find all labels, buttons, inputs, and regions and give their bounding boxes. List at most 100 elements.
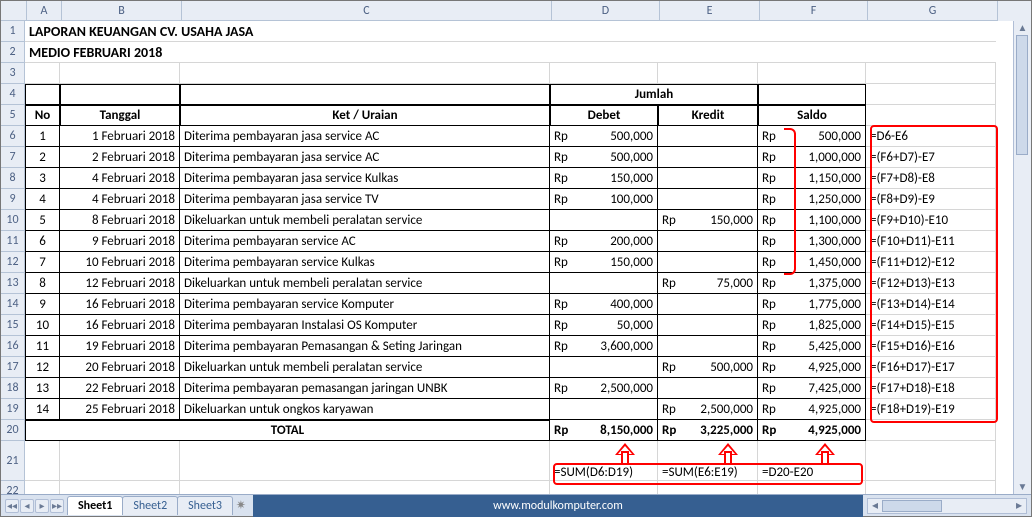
vertical-scrollbar[interactable]: ▲ ▼ bbox=[1013, 21, 1031, 494]
cell-debet[interactable] bbox=[550, 273, 658, 294]
cell-formula[interactable]: =(F7+D8)-E8 bbox=[866, 168, 996, 189]
cell-ket[interactable]: Diterima pembayaran jasa service AC bbox=[180, 126, 550, 147]
cell-formula[interactable]: =(F12+D13)-E13 bbox=[866, 273, 996, 294]
blank-21-A[interactable] bbox=[25, 441, 60, 481]
total-debet[interactable]: Rp8,150,000 bbox=[550, 420, 658, 441]
row-16[interactable]: 16 bbox=[1, 336, 25, 357]
cell-tanggal[interactable]: 4 Februari 2018 bbox=[60, 168, 180, 189]
cell-no[interactable]: 14 bbox=[25, 399, 60, 420]
hdr-ket[interactable] bbox=[180, 84, 550, 105]
row-18[interactable]: 18 bbox=[1, 378, 25, 399]
cell-ket[interactable]: Diterima pembayaran service Kulkas bbox=[180, 252, 550, 273]
formula-d[interactable]: =SUM(D6:D19) bbox=[550, 441, 658, 481]
cell-kredit[interactable]: Rp2,500,000 bbox=[658, 399, 758, 420]
new-sheet-icon[interactable]: ✷ bbox=[233, 498, 249, 513]
cell-formula[interactable]: =(F8+D9)-E9 bbox=[866, 189, 996, 210]
cell-no[interactable]: 12 bbox=[25, 357, 60, 378]
cell-kredit[interactable] bbox=[658, 168, 758, 189]
cell-no[interactable]: 4 bbox=[25, 189, 60, 210]
cell-kredit[interactable] bbox=[658, 126, 758, 147]
cell-kredit[interactable] bbox=[658, 189, 758, 210]
col-D[interactable]: D bbox=[552, 1, 660, 21]
hscroll-thumb[interactable] bbox=[882, 500, 942, 512]
cell-ket[interactable]: Dikeluarkan untuk membeli peralatan serv… bbox=[180, 357, 550, 378]
blank-3-A[interactable] bbox=[25, 63, 60, 84]
spreadsheet-grid[interactable]: LAPORAN KEUANGAN CV. USAHA JASAMEDIO FEB… bbox=[25, 21, 1031, 496]
row-8[interactable]: 8 bbox=[1, 168, 25, 189]
row-19[interactable]: 19 bbox=[1, 399, 25, 420]
col-F[interactable]: F bbox=[760, 1, 868, 21]
cell-no[interactable]: 2 bbox=[25, 147, 60, 168]
hdr-saldo[interactable] bbox=[758, 84, 866, 105]
blank-20-G[interactable] bbox=[866, 420, 996, 441]
cell-kredit[interactable] bbox=[658, 336, 758, 357]
formula-e[interactable]: =SUM(E6:E19) bbox=[658, 441, 758, 481]
cell-tanggal[interactable]: 16 Februari 2018 bbox=[60, 294, 180, 315]
cell-ket[interactable]: Dikeluarkan untuk membeli peralatan serv… bbox=[180, 210, 550, 231]
row-9[interactable]: 9 bbox=[1, 189, 25, 210]
cell-ket[interactable]: Diterima pembayaran jasa service AC bbox=[180, 147, 550, 168]
cell-saldo[interactable]: Rp4,925,000 bbox=[758, 399, 866, 420]
blank-3-D[interactable] bbox=[550, 63, 658, 84]
row-20[interactable]: 20 bbox=[1, 420, 25, 441]
vscroll-thumb[interactable] bbox=[1016, 35, 1028, 155]
sheet-tab-sheet3[interactable]: Sheet3 bbox=[177, 496, 233, 515]
cell-saldo[interactable]: Rp500,000 bbox=[758, 126, 866, 147]
cell-debet[interactable]: Rp400,000 bbox=[550, 294, 658, 315]
blank-3-F[interactable] bbox=[758, 63, 866, 84]
tab-nav-buttons[interactable]: ◂◂ ◂ ▸ ▸▸ bbox=[1, 499, 68, 513]
cell-no[interactable]: 13 bbox=[25, 378, 60, 399]
cell-no[interactable]: 6 bbox=[25, 231, 60, 252]
cell-debet[interactable]: Rp150,000 bbox=[550, 168, 658, 189]
horizontal-scrollbar[interactable]: ◂▸ bbox=[867, 498, 1027, 514]
cell-kredit[interactable] bbox=[658, 231, 758, 252]
cell-debet[interactable]: Rp150,000 bbox=[550, 252, 658, 273]
total-label[interactable]: TOTAL bbox=[25, 420, 550, 441]
row-12[interactable]: 12 bbox=[1, 252, 25, 273]
cell-saldo[interactable]: Rp1,000,000 bbox=[758, 147, 866, 168]
blank-21-G[interactable] bbox=[866, 441, 996, 481]
cell-tanggal[interactable]: 19 Februari 2018 bbox=[60, 336, 180, 357]
cell-ket[interactable]: Diterima pembayaran jasa service Kulkas bbox=[180, 168, 550, 189]
tab-prev-icon[interactable]: ◂ bbox=[20, 499, 34, 513]
cell-formula[interactable]: =(F9+D10)-E10 bbox=[866, 210, 996, 231]
tab-last-icon[interactable]: ▸▸ bbox=[50, 499, 64, 513]
cell-kredit[interactable] bbox=[658, 315, 758, 336]
cell-no[interactable]: 9 bbox=[25, 294, 60, 315]
cell-tanggal[interactable]: 2 Februari 2018 bbox=[60, 147, 180, 168]
cell-formula[interactable]: =(F10+D11)-E11 bbox=[866, 231, 996, 252]
cell-saldo[interactable]: Rp1,100,000 bbox=[758, 210, 866, 231]
hdr-tanggal-b[interactable]: Tanggal bbox=[60, 105, 180, 126]
cell-ket[interactable]: Dikeluarkan untuk membeli peralatan serv… bbox=[180, 273, 550, 294]
cell-saldo[interactable]: Rp1,775,000 bbox=[758, 294, 866, 315]
total-kredit[interactable]: Rp3,225,000 bbox=[658, 420, 758, 441]
col-B[interactable]: B bbox=[62, 1, 182, 21]
cell-saldo[interactable]: Rp1,150,000 bbox=[758, 168, 866, 189]
cell-kredit[interactable]: Rp75,000 bbox=[658, 273, 758, 294]
tab-next-icon[interactable]: ▸ bbox=[35, 499, 49, 513]
cell-formula[interactable]: =(F14+D15)-E15 bbox=[866, 315, 996, 336]
cell-debet[interactable]: Rp500,000 bbox=[550, 147, 658, 168]
row-10[interactable]: 10 bbox=[1, 210, 25, 231]
cell-kredit[interactable]: Rp150,000 bbox=[658, 210, 758, 231]
cell-tanggal[interactable]: 9 Februari 2018 bbox=[60, 231, 180, 252]
cell-ket[interactable]: Diterima pembayaran Pemasangan & Seting … bbox=[180, 336, 550, 357]
cell-formula[interactable]: =D6-E6 bbox=[866, 126, 996, 147]
sheet-tab-sheet1[interactable]: Sheet1 bbox=[67, 496, 123, 515]
cell-formula[interactable]: =(F6+D7)-E7 bbox=[866, 147, 996, 168]
cell-no[interactable]: 11 bbox=[25, 336, 60, 357]
cell-tanggal[interactable]: 25 Februari 2018 bbox=[60, 399, 180, 420]
cell-no[interactable]: 7 bbox=[25, 252, 60, 273]
sheet-tab-sheet2[interactable]: Sheet2 bbox=[122, 496, 178, 515]
cell-ket[interactable]: Dikeluarkan untuk ongkos karyawan bbox=[180, 399, 550, 420]
cell-ket[interactable]: Diterima pembayaran service Komputer bbox=[180, 294, 550, 315]
blank-3-G[interactable] bbox=[866, 63, 996, 84]
cell-ket[interactable]: Diterima pembayaran pemasangan jaringan … bbox=[180, 378, 550, 399]
col-A[interactable]: A bbox=[27, 1, 62, 21]
cell-tanggal[interactable]: 16 Februari 2018 bbox=[60, 315, 180, 336]
cell-saldo[interactable]: Rp1,300,000 bbox=[758, 231, 866, 252]
cell-saldo[interactable]: Rp5,425,000 bbox=[758, 336, 866, 357]
cell-formula[interactable]: =(F13+D14)-E14 bbox=[866, 294, 996, 315]
col-E[interactable]: E bbox=[660, 1, 760, 21]
cell-kredit[interactable] bbox=[658, 378, 758, 399]
